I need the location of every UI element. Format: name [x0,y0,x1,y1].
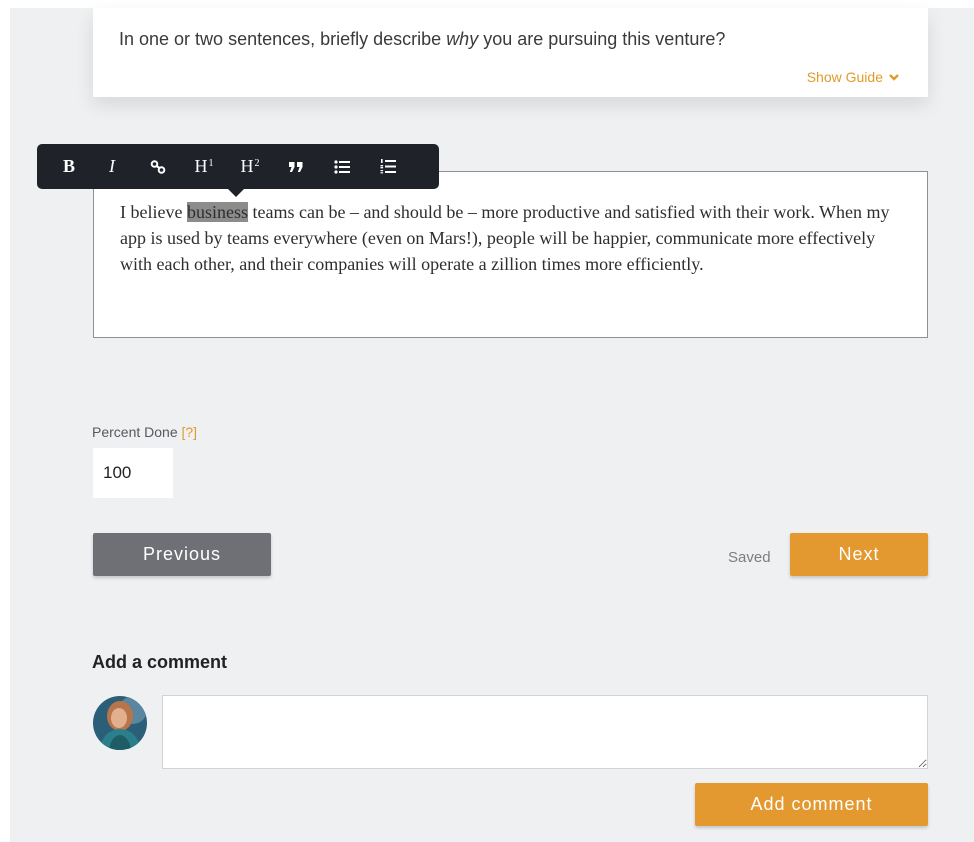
numbered-list-button[interactable] [365,144,411,189]
quote-icon [289,161,303,172]
answer-editor[interactable]: I believe business teams can be – and sh… [93,171,928,338]
percent-done-help-link[interactable]: [?] [182,424,198,440]
link-icon [150,159,166,174]
numbered-list-icon [380,159,396,174]
bulleted-list-icon [334,159,350,174]
question-text: In one or two sentences, briefly describ… [119,29,726,49]
chevron-down-icon [889,74,899,81]
next-button[interactable]: Next [790,533,928,576]
heading1-button[interactable]: H1 [181,144,227,189]
bulleted-list-button[interactable] [319,144,365,189]
show-guide-label: Show Guide [806,69,883,85]
add-comment-button[interactable]: Add comment [695,783,928,826]
formatting-toolbar: B I H1 H2 [37,144,439,197]
quote-button[interactable] [273,144,319,189]
percent-done-label: Percent Done [?] [92,424,198,440]
saved-status: Saved [728,549,771,566]
bold-button[interactable]: B [49,144,89,189]
avatar [93,696,147,750]
previous-button[interactable]: Previous [93,533,271,576]
link-button[interactable] [135,144,181,189]
italic-button[interactable]: I [89,144,135,189]
percent-done-input[interactable] [93,448,173,498]
page-background: In one or two sentences, briefly describ… [10,8,974,842]
show-guide-link[interactable]: Show Guide [807,69,900,85]
comment-heading: Add a comment [92,652,228,672]
selected-text: business [186,202,248,222]
comment-input[interactable] [162,695,928,769]
heading2-button[interactable]: H2 [227,144,273,189]
question-card: In one or two sentences, briefly describ… [93,8,928,97]
